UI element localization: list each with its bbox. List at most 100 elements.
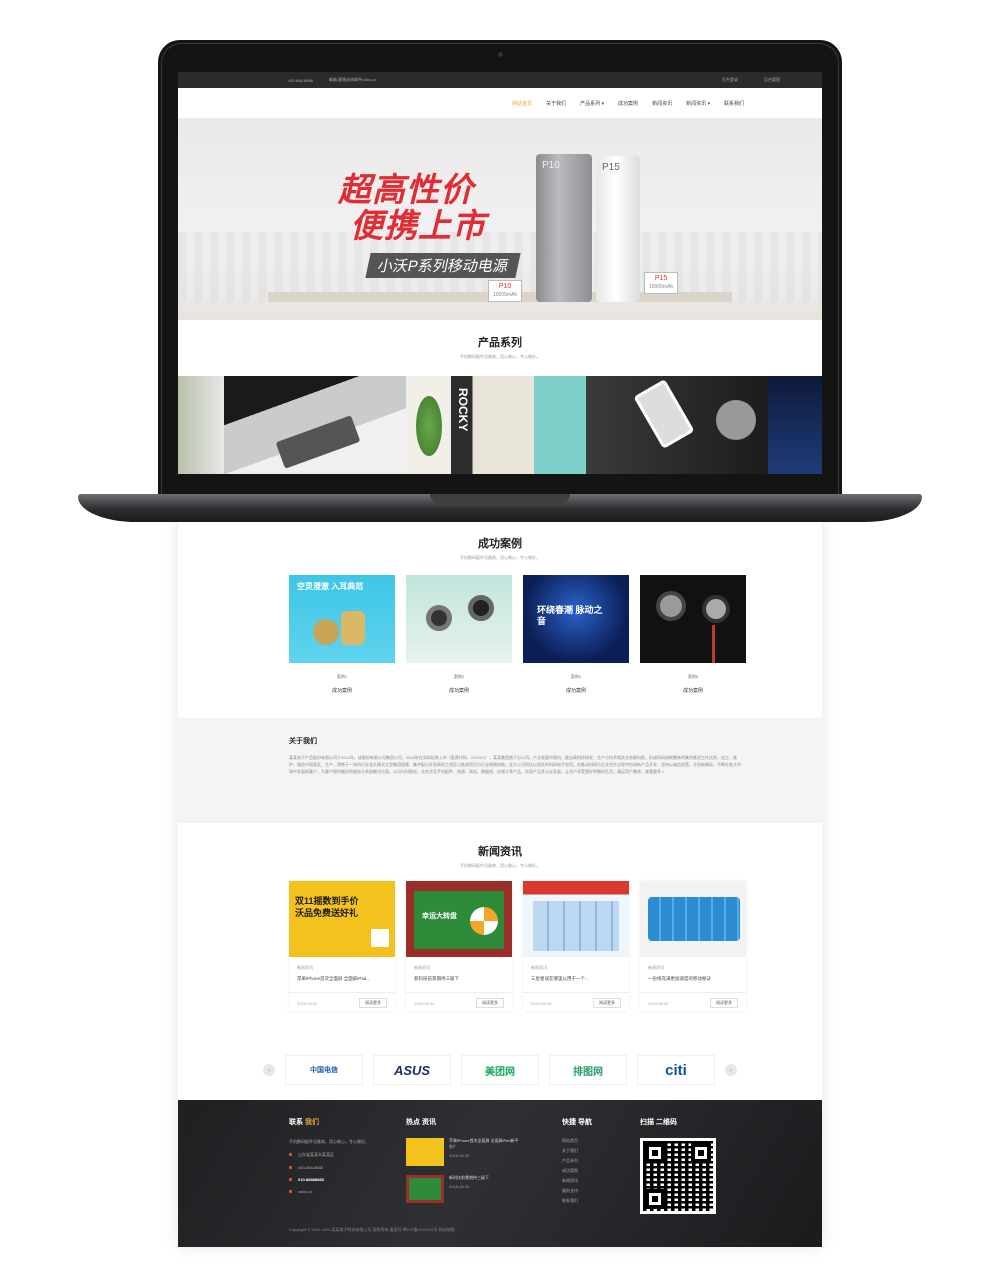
phone-icon	[289, 1178, 292, 1182]
footer-quick-link[interactable]: 成功案例	[562, 1168, 622, 1174]
products-subtitle: 手机数码配件设备商，用心做心，专心做好。	[460, 354, 540, 359]
footer-news-title[interactable]: 苹果iPhone首次全面屏 全面屏iPad新平台？	[449, 1138, 519, 1150]
news-card[interactable]: 幸运大转盘 新闻资讯 新科技前景期待三级下 2018-08-30 阅读更多	[406, 881, 512, 1011]
news-title-link[interactable]: 新科技前景期待三级下	[414, 976, 506, 982]
phone-icon	[289, 1166, 292, 1170]
news-date: 2018-08-30	[414, 1000, 435, 1006]
footer-quick-link[interactable]: 关于我们	[562, 1148, 622, 1154]
brand-logo[interactable]: 中国电信	[285, 1055, 363, 1085]
case-image[interactable]	[406, 575, 512, 663]
product-thumb[interactable]	[224, 376, 406, 474]
nav-item-products[interactable]: 产品系列 ▾	[580, 100, 604, 107]
news-image-text: 幸运大转盘	[422, 913, 457, 920]
news-date: 2018-08-30	[648, 1000, 669, 1006]
footer-news-date: 2018-08-30	[449, 1153, 470, 1158]
footer-quick-link[interactable]: 联系我们	[562, 1198, 622, 1204]
news-image[interactable]	[523, 881, 629, 957]
footer-slogan: 手机数码配件设备商，用心做心，专心做好。	[289, 1139, 369, 1144]
read-more-button[interactable]: 阅读更多	[476, 998, 504, 1008]
footer-site[interactable]: vollio.cc	[298, 1189, 312, 1194]
news-card[interactable]: 新闻资讯 三星者谈在哪里以用于一个... 2018-08-30 阅读更多	[523, 881, 629, 1011]
case-label[interactable]: 成功案例	[406, 687, 512, 694]
hero-subline: 小沃P系列移动电源	[365, 253, 521, 278]
read-more-button[interactable]: 阅读更多	[359, 998, 387, 1008]
nav-item-about[interactable]: 关于我们	[546, 100, 566, 107]
case-card[interactable]: 空灵澄澈 入耳典范 案例1 成功案例	[289, 575, 395, 694]
about-section: 关于我们 某某电子产品股份有限公司于2012年，该股份有限公司集团公司，2015…	[178, 718, 822, 823]
news-image[interactable]: 幸运大转盘	[406, 881, 512, 957]
product-thumb[interactable]	[768, 376, 822, 474]
case-image[interactable]: 环绕春潮 脉动之音	[523, 575, 629, 663]
case-image[interactable]	[640, 575, 746, 663]
site-footer: 联系 我们 手机数码配件设备商，用心做心，专心做好。 山东省某某市某某区 400…	[178, 1100, 822, 1247]
product-thumb[interactable]	[586, 376, 768, 474]
case-card[interactable]: 案例5 成功案例	[640, 575, 746, 694]
news-title-link[interactable]: 一份线充满更加速度的移动秘诀	[648, 976, 740, 982]
main-nav: 网站首页 关于我们 产品系列 ▾ 成功案例 新闻资讯 新闻资讯 ▾ 联系我们	[178, 88, 822, 118]
footer-news-title[interactable]: 新科技前景期待三级下	[449, 1175, 519, 1181]
news-title: 新闻资讯	[478, 846, 522, 858]
footer-news-date: 2018-08-30	[449, 1184, 470, 1189]
footer-hot-news: 热点 资讯 苹果iPhone首次全面屏 全面屏iPad新平台？ 2018-08-3…	[406, 1117, 556, 1212]
products-title: 产品系列	[478, 337, 522, 349]
case-category: 案例2	[453, 674, 465, 679]
case-card[interactable]: 案例2 成功案例	[406, 575, 512, 694]
product-image-strip: ROCKY	[178, 376, 822, 474]
news-title-link[interactable]: 苹果iPhone首次全面屏 全面屏iPad...	[297, 976, 389, 982]
nav-item-contact[interactable]: 联系我们	[724, 100, 744, 107]
top-email: 邮箱:客服咨询邮件vollio.cc	[328, 77, 377, 82]
news-image-text: 双11摇数到手价 沃品免费送好礼	[295, 896, 359, 918]
news-card[interactable]: 双11摇数到手价 沃品免费送好礼 新闻资讯 苹果iPhone首次全面屏 全面屏i…	[289, 881, 395, 1011]
news-image[interactable]	[640, 881, 746, 957]
product-thumb[interactable]: ROCKY	[406, 376, 586, 474]
chevron-left-icon[interactable]: ‹	[263, 1064, 275, 1076]
cases-section-header: 成功案例 手机数码配件设备商，用心做心，专心做好。	[178, 535, 822, 561]
news-section-header: 新闻资讯 手机数码配件设备商，用心做心，专心做好。	[178, 843, 822, 869]
nav-item-news[interactable]: 新闻资讯	[652, 100, 672, 107]
admin-link[interactable]: 后台管理	[764, 77, 780, 83]
news-image[interactable]: 双11摇数到手价 沃品免费送好礼	[289, 881, 395, 957]
cases-subtitle: 手机数码配件设备商，用心做心，专心做好。	[460, 555, 540, 560]
top-phone: 400-888-8888	[288, 77, 313, 83]
case-label[interactable]: 成功案例	[289, 687, 395, 694]
top-info-bar: 400-888-8888 邮箱:客服咨询邮件vollio.cc 后台登录 后台管…	[178, 72, 822, 88]
footer-contact-title: 联系 我们	[289, 1119, 319, 1126]
brand-logo[interactable]: 排图网	[549, 1055, 627, 1085]
case-card[interactable]: 环绕春潮 脉动之音 案例4 成功案例	[523, 575, 629, 694]
footer-news-thumb[interactable]	[406, 1175, 444, 1203]
case-label[interactable]: 成功案例	[640, 687, 746, 694]
nav-item-cases[interactable]: 成功案例	[618, 100, 638, 107]
footer-news-item[interactable]: 新科技前景期待三级下 2018-08-30	[406, 1175, 556, 1203]
login-link[interactable]: 后台登录	[722, 77, 738, 83]
footer-quick-title: 快捷 导航	[562, 1119, 592, 1126]
read-more-button[interactable]: 阅读更多	[710, 998, 738, 1008]
footer-quick-link[interactable]: 新闻资讯	[562, 1178, 622, 1184]
brand-logo[interactable]: 美团网	[461, 1055, 539, 1085]
footer-quick-link[interactable]: 服务支持	[562, 1188, 622, 1194]
news-title-link[interactable]: 三星者谈在哪里以用于一个...	[531, 976, 623, 982]
case-category: 案例5	[687, 674, 699, 679]
news-date: 2018-08-30	[297, 1000, 318, 1006]
news-card[interactable]: 新闻资讯 一份线充满更加速度的移动秘诀 2018-08-30 阅读更多	[640, 881, 746, 1011]
nav-item-news-menu[interactable]: 新闻资讯 ▾	[686, 100, 710, 107]
chevron-right-icon[interactable]: ›	[725, 1064, 737, 1076]
footer-hot-title: 热点 资讯	[406, 1119, 436, 1126]
partner-logos: ‹ 中国电信 ASUS 美团网 排图网 citi ›	[178, 1040, 822, 1100]
case-image[interactable]: 空灵澄澈 入耳典范	[289, 575, 395, 663]
hero-banner[interactable]: 超高性价 便携上市 小沃P系列移动电源 P10 P15 P10 10000mAh P…	[178, 118, 822, 320]
nav-item-home[interactable]: 网站首页	[512, 100, 532, 107]
footer-news-item[interactable]: 苹果iPhone首次全面屏 全面屏iPad新平台？ 2018-08-30	[406, 1138, 556, 1166]
footer-address: 山东省某某市某某区	[298, 1152, 334, 1157]
brand-logo[interactable]: citi	[637, 1055, 715, 1085]
product-thumb[interactable]	[178, 376, 224, 474]
brand-logo[interactable]: ASUS	[373, 1055, 451, 1085]
footer-quick-link[interactable]: 产品系列	[562, 1158, 622, 1164]
news-grid: 双11摇数到手价 沃品免费送好礼 新闻资讯 苹果iPhone首次全面屏 全面屏i…	[289, 881, 746, 1011]
case-label[interactable]: 成功案例	[523, 687, 629, 694]
footer-news-thumb[interactable]	[406, 1138, 444, 1166]
footer-qr-title: 扫描 二维码	[640, 1119, 677, 1126]
read-more-button[interactable]: 阅读更多	[593, 998, 621, 1008]
cases-title: 成功案例	[478, 538, 522, 550]
footer-quick-link[interactable]: 网站首页	[562, 1138, 622, 1144]
laptop-hinge-notch	[430, 494, 570, 504]
